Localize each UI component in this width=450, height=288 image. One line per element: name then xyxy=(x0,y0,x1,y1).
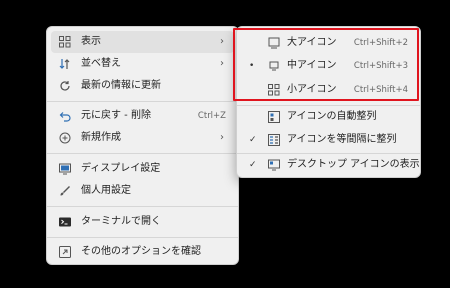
menu-item-label: 新規作成 xyxy=(81,132,121,143)
chevron-right-icon: › xyxy=(220,36,224,47)
refresh-icon xyxy=(58,79,72,93)
medium-icons-icon xyxy=(267,59,281,73)
submenu-item-label: アイコンを等間隔に整列 xyxy=(287,134,397,145)
chevron-right-icon: › xyxy=(220,132,224,143)
submenu-item-label: 大アイコン xyxy=(287,37,337,48)
new-icon xyxy=(58,131,72,145)
submenu-item-label: アイコンの自動整列 xyxy=(287,111,377,122)
submenu-item-label: 小アイコン xyxy=(287,84,337,95)
display-icon xyxy=(58,162,72,176)
terminal-icon xyxy=(58,215,72,229)
auto-arrange-icon xyxy=(267,110,281,124)
menu-item-label: 最新の情報に更新 xyxy=(81,80,161,91)
submenu-item-shortcut: Ctrl+Shift+2 xyxy=(353,38,408,48)
menu-item-sort[interactable]: 並べ替え › xyxy=(51,53,234,75)
menu-item-personalize[interactable]: 個人用設定 xyxy=(51,180,234,202)
menu-item-label: 個人用設定 xyxy=(81,185,131,196)
sort-icon xyxy=(58,57,72,71)
menu-item-new[interactable]: 新規作成 › xyxy=(51,127,234,149)
menu-separator xyxy=(47,206,238,207)
submenu-item-label: 中アイコン xyxy=(287,60,337,71)
menu-separator xyxy=(47,237,238,238)
menu-item-label: 表示 xyxy=(81,36,101,47)
check-mark: ✓ xyxy=(249,160,257,170)
submenu-item-show-desktop-icons[interactable]: ✓ デスクトップ アイコンの表示 xyxy=(241,154,420,176)
brush-icon xyxy=(58,184,72,198)
view-submenu: 大アイコン Ctrl+Shift+2 • 中アイコン Ctrl+Shift+3 … xyxy=(236,26,421,178)
menu-separator xyxy=(47,101,238,102)
menu-item-label: 元に戻す - 削除 xyxy=(81,110,151,121)
small-icons-icon xyxy=(267,83,281,97)
submenu-item-label: デスクトップ アイコンの表示 xyxy=(287,159,420,170)
desktop-icons-icon xyxy=(267,158,281,172)
menu-item-label: 並べ替え xyxy=(81,58,121,69)
grid-icon xyxy=(58,35,72,49)
menu-item-label: ディスプレイ設定 xyxy=(81,163,161,174)
menu-item-terminal[interactable]: ターミナルで開く xyxy=(51,211,234,233)
submenu-item-auto-arrange[interactable]: アイコンの自動整列 xyxy=(241,106,416,128)
submenu-item-medium-icons[interactable]: • 中アイコン Ctrl+Shift+3 xyxy=(241,55,416,77)
submenu-item-shortcut: Ctrl+Shift+4 xyxy=(353,85,408,95)
check-mark: ✓ xyxy=(249,135,257,145)
large-icons-icon xyxy=(267,36,281,50)
menu-item-more-options[interactable]: その他のオプションを確認 xyxy=(51,241,234,263)
menu-item-shortcut: Ctrl+Z xyxy=(197,111,226,121)
menu-separator xyxy=(47,153,238,154)
menu-item-display-settings[interactable]: ディスプレイ設定 xyxy=(51,158,234,180)
submenu-item-small-icons[interactable]: 小アイコン Ctrl+Shift+4 xyxy=(241,79,416,101)
submenu-item-large-icons[interactable]: 大アイコン Ctrl+Shift+2 xyxy=(241,32,416,54)
align-grid-icon xyxy=(267,133,281,147)
menu-item-refresh[interactable]: 最新の情報に更新 xyxy=(51,75,234,97)
chevron-right-icon: › xyxy=(220,58,224,69)
menu-item-undo[interactable]: 元に戻す - 削除 Ctrl+Z xyxy=(51,105,234,127)
submenu-item-align-grid[interactable]: ✓ アイコンを等間隔に整列 xyxy=(241,129,416,151)
menu-item-label: ターミナルで開く xyxy=(81,216,161,227)
radio-mark: • xyxy=(249,61,255,71)
menu-item-label: その他のオプションを確認 xyxy=(81,246,201,257)
more-options-icon xyxy=(58,245,72,259)
undo-icon xyxy=(58,109,72,123)
context-menu: 表示 › 並べ替え › 最新の情報に更新 元に戻す - 削除 Ctrl+Z 新規… xyxy=(46,26,239,265)
submenu-item-shortcut: Ctrl+Shift+3 xyxy=(353,61,408,71)
menu-item-view[interactable]: 表示 › xyxy=(51,31,234,53)
